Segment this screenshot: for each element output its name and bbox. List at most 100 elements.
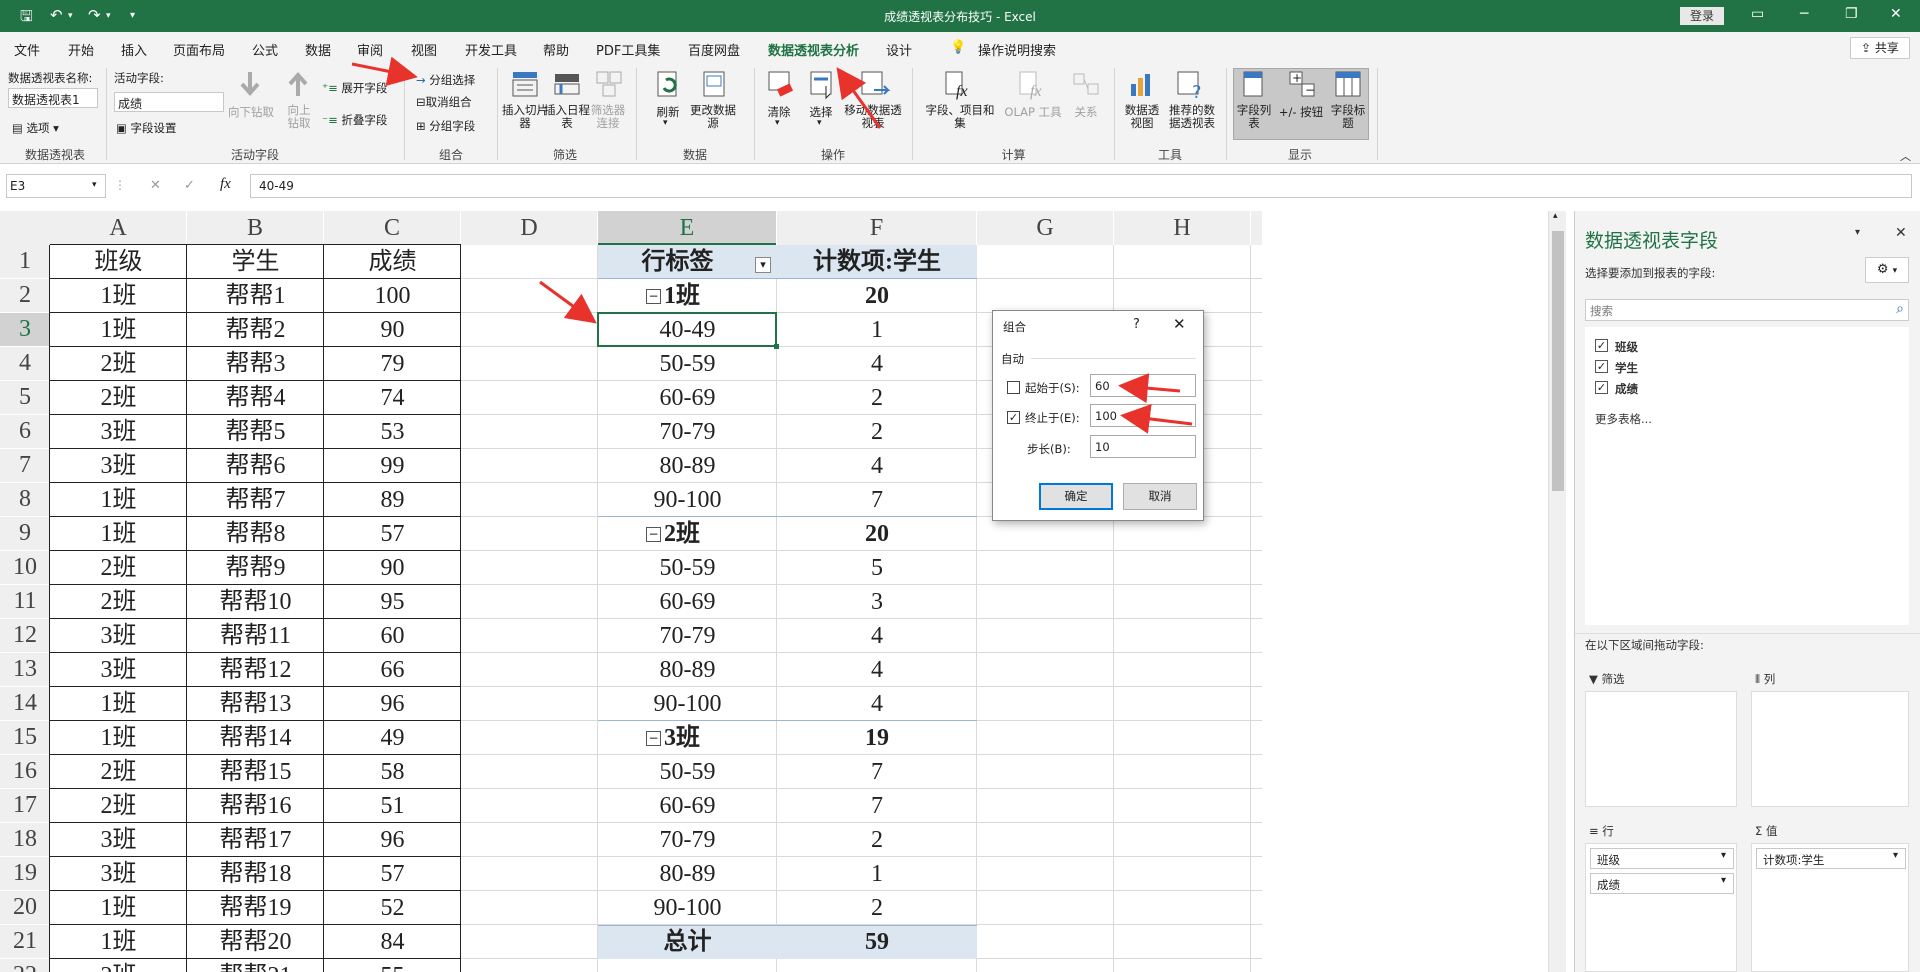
column-header-c[interactable]: C	[324, 211, 460, 245]
pane-tools-button[interactable]: ⚙ ▾	[1865, 257, 1909, 283]
pivot-name-input[interactable]: 数据透视表1	[8, 88, 98, 108]
row-header-12[interactable]: 12	[0, 619, 50, 652]
source-data-cell[interactable]: 帮帮3	[187, 347, 324, 381]
row-header-9[interactable]: 9	[0, 517, 50, 550]
tab-developer[interactable]: 开发工具	[465, 40, 517, 59]
rows-drop-area[interactable]: 班级 ▾ 成绩 ▾	[1585, 843, 1737, 972]
row-header-1[interactable]: 1	[0, 245, 50, 278]
source-data-cell[interactable]: 1班	[50, 279, 187, 313]
source-data-cell[interactable]: 1班	[50, 483, 187, 517]
pivot-item-label[interactable]: 50-59	[598, 551, 777, 585]
field-checkbox-class[interactable]: ✓	[1595, 339, 1608, 352]
group-selection-button[interactable]: → 分组选择	[416, 72, 475, 88]
source-data-cell[interactable]: 90	[324, 551, 461, 585]
filters-drop-area[interactable]	[1585, 691, 1737, 807]
row-header-15[interactable]: 15	[0, 721, 50, 754]
source-data-cell[interactable]: 74	[324, 381, 461, 415]
source-data-cell[interactable]: 90	[324, 313, 461, 347]
start-at-input[interactable]: 60	[1090, 374, 1196, 397]
active-field-input[interactable]: 成绩	[114, 92, 224, 112]
source-data-cell[interactable]: 52	[324, 891, 461, 925]
source-data-cell[interactable]: 帮帮18	[187, 857, 324, 891]
pivot-item-value[interactable]: 20	[777, 517, 977, 551]
pivot-item-value[interactable]: 2	[777, 415, 977, 449]
plus-minus-button[interactable]: +/- 按钮	[1276, 104, 1326, 120]
tab-help[interactable]: 帮助	[543, 40, 569, 59]
change-source-button[interactable]: 更改数据源	[688, 104, 738, 130]
pane-options-dropdown-icon[interactable]: ▾	[1855, 227, 1860, 238]
pivot-group-label[interactable]: 2班	[664, 517, 700, 551]
pivot-item-value[interactable]: 19	[777, 721, 977, 755]
drill-down-button[interactable]: 向下钻取	[226, 104, 276, 120]
column-header-g[interactable]: G	[977, 211, 1113, 245]
source-data-cell[interactable]: 帮帮6	[187, 449, 324, 483]
source-data-cell[interactable]: 帮帮15	[187, 755, 324, 789]
source-data-cell[interactable]: 帮帮16	[187, 789, 324, 823]
formula-input[interactable]: 40-49	[250, 174, 1912, 198]
source-data-cell[interactable]: 帮帮20	[187, 925, 324, 959]
field-checkbox-student[interactable]: ✓	[1595, 360, 1608, 373]
name-box-dropdown-icon[interactable]: ▾	[92, 180, 97, 190]
insert-slicer-button[interactable]: 插入切片器	[502, 104, 548, 130]
pivot-group-label[interactable]: 1班	[664, 279, 700, 313]
pivot-collapse-button[interactable]: −	[646, 289, 661, 304]
pivot-item-value[interactable]: 4	[777, 619, 977, 653]
row-header-21[interactable]: 21	[0, 925, 50, 958]
fill-handle[interactable]	[774, 344, 779, 349]
row-header-20[interactable]: 20	[0, 891, 50, 924]
row-header-11[interactable]: 11	[0, 585, 50, 618]
expand-field-button[interactable]: ⁺≡ 展开字段	[322, 80, 387, 96]
values-drop-area[interactable]: 计数项:学生 ▾	[1751, 843, 1909, 972]
source-data-cell[interactable]: 84	[324, 925, 461, 959]
close-icon[interactable]: ✕	[1890, 6, 1902, 22]
vertical-scrollbar[interactable]: ▴	[1548, 211, 1566, 972]
source-data-cell[interactable]: 1班	[50, 517, 187, 551]
pivot-collapse-button[interactable]: −	[646, 731, 661, 746]
source-data-cell[interactable]: 1班	[50, 687, 187, 721]
scrollbar-thumb[interactable]	[1552, 231, 1564, 491]
source-data-cell[interactable]: 60	[324, 619, 461, 653]
clear-dropdown-icon[interactable]: ▾	[775, 118, 780, 128]
fields-items-button[interactable]: 字段、项目和集	[922, 104, 998, 130]
source-data-cell[interactable]: 1班	[50, 925, 187, 959]
pivot-item-label[interactable]: 80-89	[598, 449, 777, 483]
source-header-cell[interactable]: 学生	[187, 245, 324, 279]
collapse-field-button[interactable]: ⁻≡ 折叠字段	[322, 112, 387, 128]
source-data-cell[interactable]: 49	[324, 721, 461, 755]
row-header-5[interactable]: 5	[0, 381, 50, 414]
source-data-cell[interactable]: 帮帮17	[187, 823, 324, 857]
pivot-item-value[interactable]: 5	[777, 551, 977, 585]
source-data-cell[interactable]: 96	[324, 823, 461, 857]
pivot-item-value[interactable]: 3	[777, 585, 977, 619]
source-data-cell[interactable]: 58	[324, 755, 461, 789]
source-data-cell[interactable]: 3班	[50, 619, 187, 653]
source-data-cell[interactable]: 3班	[50, 415, 187, 449]
group-field-button[interactable]: ⊞ 分组字段	[416, 118, 475, 134]
row-header-16[interactable]: 16	[0, 755, 50, 788]
source-data-cell[interactable]: 3班	[50, 653, 187, 687]
tab-data[interactable]: 数据	[305, 40, 331, 59]
help-icon[interactable]: ?	[1133, 317, 1140, 332]
chip-dropdown-icon[interactable]: ▾	[1721, 875, 1726, 886]
tell-me-search[interactable]: 操作说明搜索	[978, 40, 1056, 59]
row-header-4[interactable]: 4	[0, 347, 50, 380]
source-data-cell[interactable]: 帮帮5	[187, 415, 324, 449]
pivot-item-value[interactable]: 4	[777, 653, 977, 687]
select-all-corner[interactable]	[0, 211, 50, 245]
source-data-cell[interactable]: 79	[324, 347, 461, 381]
source-data-cell[interactable]: 99	[324, 449, 461, 483]
field-item-class[interactable]: 班级	[1615, 339, 1638, 355]
step-input[interactable]: 10	[1090, 435, 1196, 458]
chip-dropdown-icon[interactable]: ▾	[1893, 850, 1898, 861]
pivot-item-label[interactable]: 80-89	[598, 653, 777, 687]
source-data-cell[interactable]: 2班	[50, 755, 187, 789]
field-headers-button[interactable]: 字段标题	[1326, 104, 1370, 130]
source-data-cell[interactable]: 3班	[50, 823, 187, 857]
row-header-18[interactable]: 18	[0, 823, 50, 856]
column-header-a[interactable]: A	[50, 211, 186, 245]
row-header-19[interactable]: 19	[0, 857, 50, 890]
pivot-item-value[interactable]: 2	[777, 891, 977, 925]
row-header-10[interactable]: 10	[0, 551, 50, 584]
source-data-cell[interactable]: 100	[324, 279, 461, 313]
row-field-chip-score[interactable]: 成绩 ▾	[1590, 873, 1734, 894]
